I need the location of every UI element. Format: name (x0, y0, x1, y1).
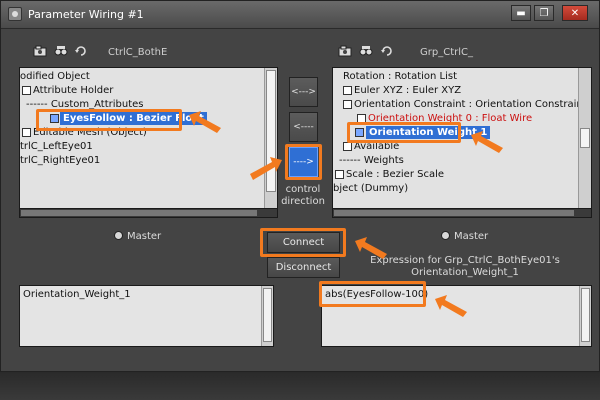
scroll-thumb[interactable] (263, 288, 272, 342)
tree-item[interactable]: Attribute Holder (33, 84, 113, 97)
left-expression-scroll[interactable] (261, 286, 273, 346)
left-tree-hscroll[interactable] (19, 208, 278, 218)
callout-arrow-icon (471, 131, 503, 153)
tree-item[interactable]: trlC_LeftEye01 (20, 140, 93, 153)
tree-item[interactable]: Orientation Constraint : Orientation Con… (354, 98, 587, 111)
tree-item[interactable]: Rotation : Rotation List (343, 70, 457, 83)
master-label-left: Master (127, 231, 162, 242)
refresh-icon-right[interactable] (378, 43, 395, 58)
tree-item[interactable]: Euler XYZ : Euler XYZ (354, 84, 461, 97)
expression-caption-line2: Orientation_Weight_1 (411, 267, 519, 278)
master-label-right: Master (454, 231, 489, 242)
right-panel-title: Grp_CtrlC_ (420, 47, 473, 58)
left-tree-view[interactable]: odified Object Attribute Holder ------ C… (19, 67, 278, 210)
left-expression-text[interactable]: Orientation_Weight_1 (23, 289, 131, 300)
euler-icon (343, 86, 352, 95)
close-button[interactable]: ✕ (562, 5, 588, 21)
highlight-eyesfollow (36, 109, 182, 131)
scale-icon (335, 170, 344, 179)
bidirectional-arrow-button[interactable]: <---> (289, 77, 318, 107)
callout-arrow-icon (355, 237, 387, 259)
select-object-icon[interactable] (31, 43, 48, 58)
scroll-thumb[interactable] (580, 128, 590, 148)
restore-button[interactable]: ❐ (534, 5, 554, 21)
callout-arrow-icon (435, 295, 467, 317)
right-tree-hscroll[interactable] (332, 208, 592, 218)
disconnect-button[interactable]: Disconnect (267, 257, 340, 278)
find-icon[interactable] (52, 43, 69, 58)
parameter-wiring-window: Parameter Wiring #1 ▬ ❐ ✕ CtrlC_BothE Gr… (0, 0, 600, 372)
window-title: Parameter Wiring #1 (28, 8, 144, 21)
mesh-icon (22, 128, 31, 137)
scroll-thumb[interactable] (581, 288, 590, 342)
right-expression-scroll[interactable] (579, 286, 591, 346)
master-radio-left[interactable] (114, 231, 123, 240)
master-radio-right[interactable] (441, 231, 450, 240)
tree-item[interactable]: Scale : Bezier Scale (346, 168, 444, 181)
highlight-direction-button (285, 144, 322, 180)
hscroll-thumb[interactable] (334, 210, 574, 216)
expression-caption-line1: Expression for Grp_CtrlC_BothEye01's (370, 255, 560, 266)
left-tree-vscroll[interactable] (264, 68, 277, 209)
attribute-holder-icon (22, 86, 31, 95)
control-direction-label-1: control (285, 184, 321, 195)
hscroll-thumb[interactable] (21, 210, 257, 216)
find-icon-right[interactable] (357, 43, 374, 58)
highlight-expression (319, 281, 426, 307)
left-expression-box[interactable]: Orientation_Weight_1 (19, 285, 274, 347)
refresh-icon[interactable] (72, 43, 89, 58)
tree-item[interactable]: trlC_RightEye01 (20, 154, 100, 167)
constraint-icon (343, 100, 352, 109)
highlight-orientation-weight (347, 122, 461, 143)
callout-arrow-icon (250, 157, 282, 180)
app-icon (8, 7, 22, 21)
left-arrow-button[interactable]: <---- (289, 112, 318, 142)
available-icon (343, 142, 352, 151)
title-bar[interactable]: Parameter Wiring #1 ▬ ❐ ✕ (1, 1, 599, 29)
tree-item[interactable]: ------ Weights (339, 154, 404, 167)
select-object-icon-right[interactable] (336, 43, 353, 58)
callout-arrow-icon (189, 111, 221, 133)
bottom-strip (0, 372, 600, 400)
left-panel-title: CtrlC_BothE (108, 47, 168, 58)
highlight-connect (260, 228, 346, 257)
tree-item[interactable]: bject (Dummy) (333, 182, 408, 195)
control-direction-label-2: direction (281, 196, 325, 207)
minimize-button[interactable]: ▬ (511, 5, 531, 21)
right-tree-vscroll[interactable] (578, 68, 591, 209)
tree-item[interactable]: odified Object (20, 70, 90, 83)
